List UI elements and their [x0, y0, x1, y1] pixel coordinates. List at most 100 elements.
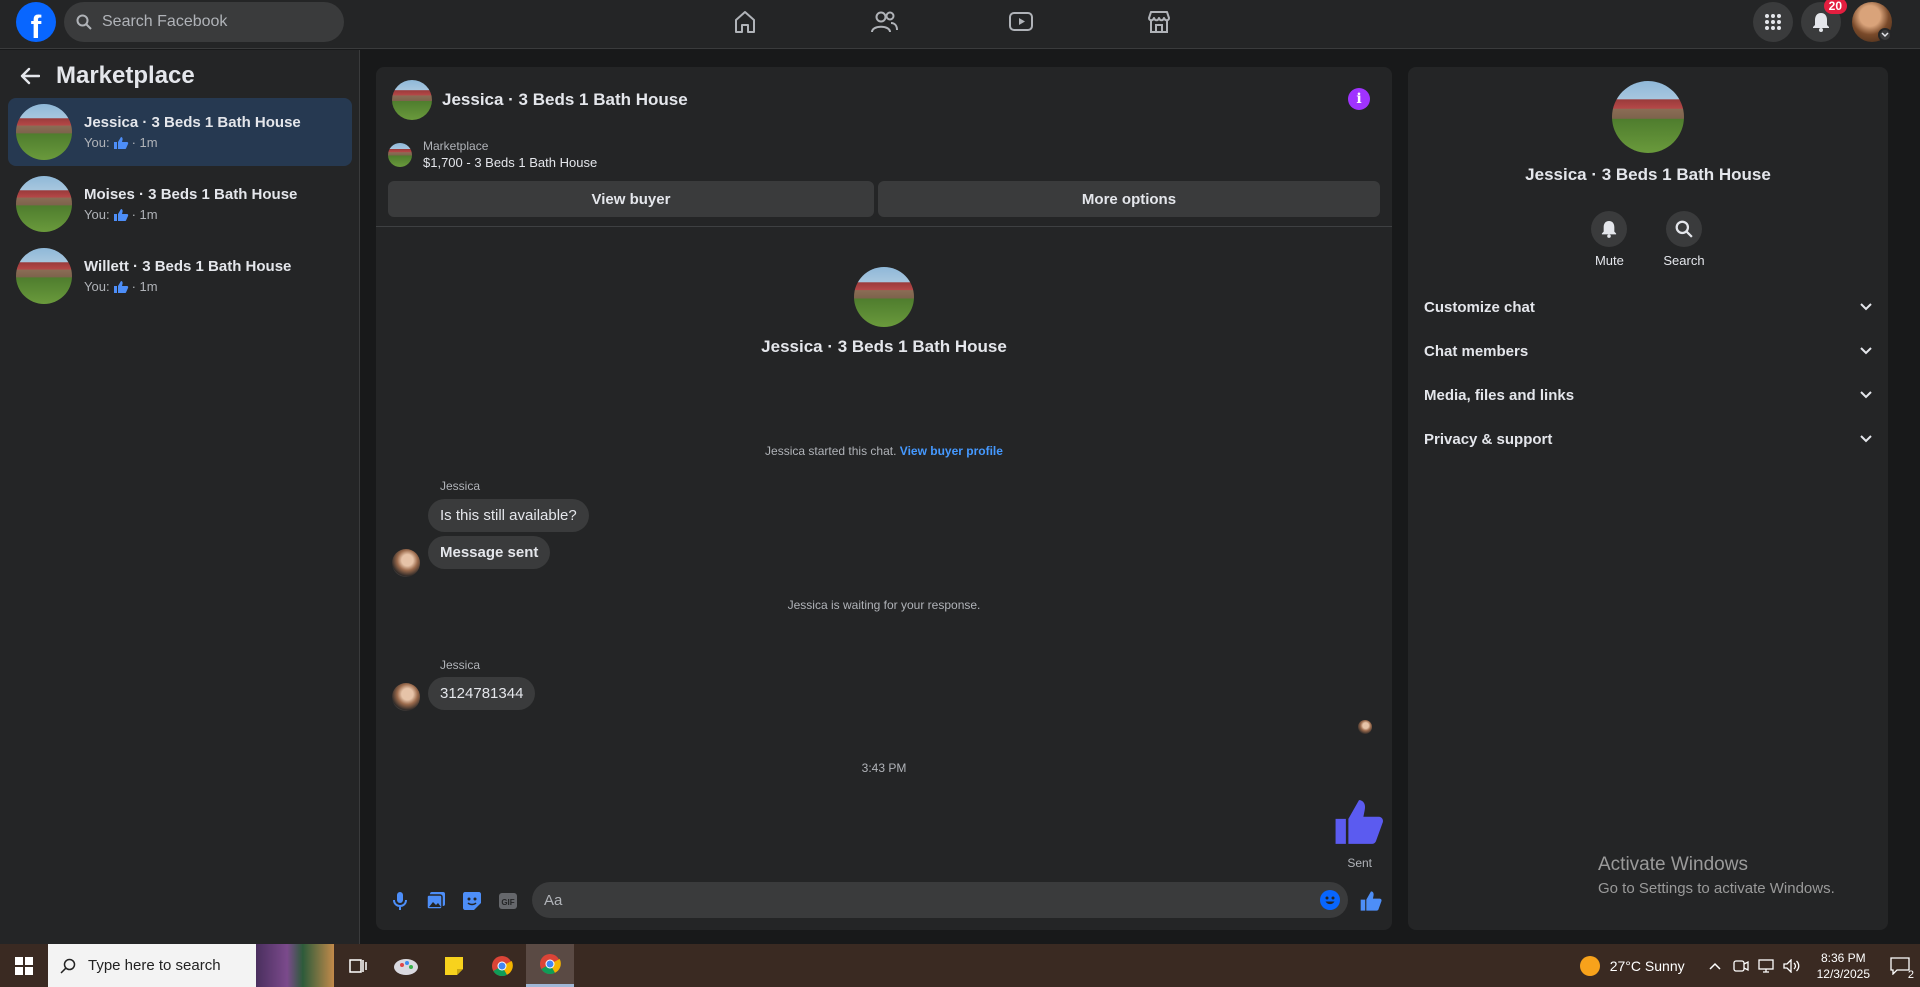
section-label: Privacy & support [1424, 430, 1553, 448]
microphone-icon[interactable] [390, 891, 410, 911]
meet-now-icon[interactable] [1732, 959, 1749, 973]
privacy-support-section[interactable]: Privacy & support [1424, 421, 1872, 457]
search-facebook-box[interactable] [64, 2, 344, 42]
send-like-icon[interactable] [1360, 890, 1382, 917]
conversation-item[interactable]: Willett · 3 Beds 1 Bath House You: · 1m [8, 242, 352, 310]
info-icon[interactable]: i [1348, 88, 1370, 110]
taskbar-clock[interactable]: 8:36 PM 12/3/2025 [1817, 950, 1870, 982]
home-icon[interactable] [729, 8, 761, 36]
message-input[interactable] [544, 891, 1304, 909]
started-text: Jessica started this chat. [765, 444, 897, 458]
customize-chat-section[interactable]: Customize chat [1424, 289, 1872, 325]
chat-avatar[interactable] [392, 80, 432, 120]
message-bubble[interactable]: 3124781344 [428, 677, 536, 710]
conversation-item[interactable]: Moises · 3 Beds 1 Bath House You: · 1m [8, 170, 352, 238]
intro-avatar [854, 267, 914, 327]
chevron-down-icon [1860, 303, 1872, 311]
chevron-down-icon [1860, 391, 1872, 399]
activate-windows-watermark: Activate Windows Go to Settings to activ… [1598, 854, 1835, 897]
menu-grid-button[interactable] [1753, 2, 1793, 42]
media-files-links-section[interactable]: Media, files and links [1424, 377, 1872, 413]
chat-started-notice: Jessica started this chat. View buyer pr… [376, 444, 1392, 458]
conversation-name: Willett · 3 Beds 1 Bath House [84, 258, 292, 275]
view-buyer-profile-link[interactable]: View buyer profile [900, 444, 1003, 458]
chat-header: Jessica · 3 Beds 1 Bath House [376, 67, 1392, 133]
notification-count: 2 [1907, 969, 1914, 981]
chevron-down-icon[interactable] [1878, 28, 1892, 42]
clock-date: 12/3/2025 [1816, 966, 1870, 981]
more-options-button[interactable]: More options [878, 181, 1380, 217]
watch-icon[interactable] [1005, 8, 1037, 36]
sticky-notes-icon[interactable] [430, 944, 478, 987]
search-icon [76, 14, 92, 30]
friends-icon[interactable] [868, 8, 900, 36]
search-label: Search [1663, 253, 1705, 268]
bell-icon [1602, 221, 1617, 238]
mute-button[interactable]: Mute [1591, 211, 1628, 268]
conversation-prefix: You: [84, 207, 110, 222]
chevron-down-icon [1860, 347, 1872, 355]
windows-start-button[interactable] [0, 944, 48, 987]
back-arrow-icon[interactable] [20, 67, 40, 85]
like-icon [113, 280, 128, 293]
search-in-chat-button[interactable]: Search [1663, 211, 1705, 268]
volume-icon[interactable] [1782, 958, 1801, 973]
section-label: Customize chat [1424, 298, 1535, 316]
like-icon[interactable] [1334, 797, 1384, 852]
system-tray: 27°C Sunny 8:36 PM 12/3/2025 2 [1579, 944, 1920, 987]
taskbar-search[interactable]: Type here to search [48, 944, 334, 987]
seen-avatar [1358, 720, 1372, 734]
windows-logo-icon [15, 956, 33, 975]
search-icon [60, 958, 76, 974]
marketplace-inbox-sidebar: Marketplace Jessica · 3 Beds 1 Bath Hous… [0, 50, 360, 944]
taskbar-search-text: Type here to search [88, 957, 221, 974]
sidebar-header: Marketplace [20, 62, 195, 90]
search-input[interactable] [102, 13, 322, 31]
network-icon[interactable] [1757, 958, 1775, 973]
chat-members-section[interactable]: Chat members [1424, 333, 1872, 369]
section-label: Chat members [1424, 342, 1529, 360]
sender-avatar[interactable] [392, 549, 420, 577]
message-bubble[interactable]: Message sent [428, 536, 551, 569]
message-composer[interactable] [532, 882, 1348, 918]
weather-text[interactable]: 27°C Sunny [1610, 958, 1685, 974]
listing-preview[interactable]: Marketplace $1,700 - 3 Beds 1 Bath House [388, 139, 597, 170]
sender-avatar[interactable] [392, 683, 420, 711]
panel-avatar[interactable] [1612, 81, 1684, 153]
svg-text:GIF: GIF [501, 898, 514, 907]
conversation-item[interactable]: Jessica · 3 Beds 1 Bath House You: · 1m [8, 98, 352, 166]
message-bubble[interactable]: Is this still available? [428, 499, 589, 532]
panel-actions: Mute Search [1408, 211, 1888, 268]
listing-label: Marketplace [423, 139, 489, 153]
chevron-down-icon [1860, 435, 1872, 443]
emoji-icon[interactable] [1320, 890, 1340, 910]
weather-sun-icon[interactable] [1579, 955, 1600, 976]
marketplace-icon[interactable] [1143, 8, 1175, 36]
chevron-up-icon[interactable] [1709, 962, 1721, 970]
timestamp: 3:43 PM [861, 761, 907, 775]
windows-taskbar: Type here to search 27°C Sunny 8:36 PM 1… [0, 944, 1920, 987]
sticker-icon[interactable] [462, 891, 482, 911]
composer-tools: GIF [390, 891, 518, 911]
listing-thumbnail [16, 176, 72, 232]
panel-name: Jessica · 3 Beds 1 Bath House [1525, 165, 1771, 184]
chrome-icon[interactable] [478, 944, 526, 987]
facebook-logo[interactable]: f [16, 2, 56, 42]
sender-name: Jessica [440, 479, 481, 493]
listing-price: $1,700 - 3 Beds 1 Bath House [423, 155, 598, 170]
search-icon [1675, 220, 1693, 238]
chat-title[interactable]: Jessica · 3 Beds 1 Bath House [442, 90, 688, 110]
conversation-prefix: You: [84, 135, 110, 150]
chat-info-panel: Jessica · 3 Beds 1 Bath House Mute Searc… [1408, 67, 1888, 930]
conversation-name: Moises · 3 Beds 1 Bath House [84, 186, 298, 203]
divider [376, 226, 1392, 227]
photo-icon[interactable] [426, 891, 446, 911]
chrome-active-window-icon[interactable] [526, 944, 574, 987]
paint-app-icon[interactable] [382, 944, 430, 987]
view-buyer-button[interactable]: View buyer [388, 181, 874, 217]
search-highlight-image [256, 944, 334, 987]
gif-icon[interactable]: GIF [498, 891, 518, 911]
task-view-icon[interactable] [334, 944, 382, 987]
notifications-button[interactable]: 20 [1801, 0, 1847, 42]
action-center-button[interactable]: 2 [1880, 944, 1920, 987]
